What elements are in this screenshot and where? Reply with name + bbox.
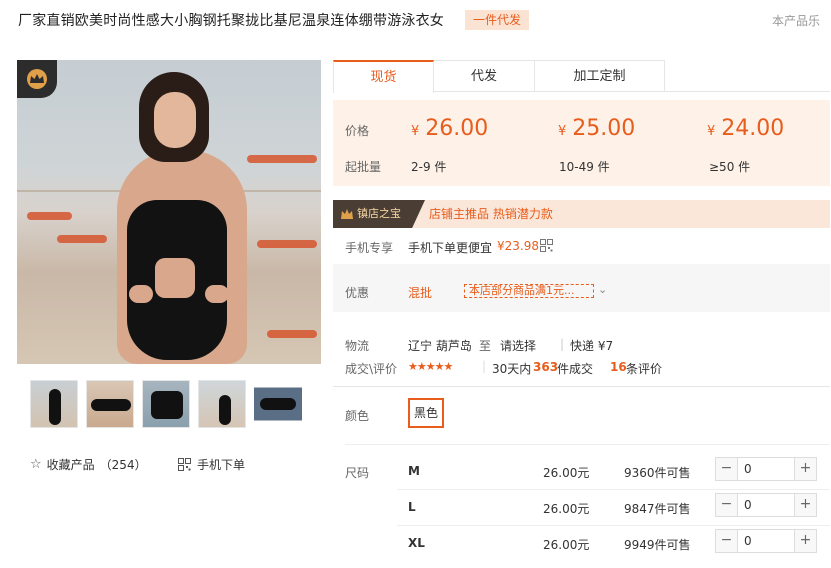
image-boat <box>27 212 72 220</box>
color-label: 颜色 <box>345 409 370 423</box>
logistics-to: 至 <box>479 339 492 353</box>
tab-custom[interactable]: 加工定制 <box>535 60 665 92</box>
promo-detail-box[interactable]: 本店部分商品满1元... <box>464 284 594 298</box>
decrement-button[interactable]: − <box>716 458 738 480</box>
star-outline-icon: ☆ <box>30 457 42 472</box>
shop-treasure-tag: 镇店之宝 <box>333 200 425 228</box>
main-product-image[interactable] <box>17 60 321 364</box>
image-boat <box>247 155 317 163</box>
image-boat <box>57 235 107 243</box>
section-divider <box>345 444 830 445</box>
tab-dropship[interactable]: 代发 <box>434 60 535 92</box>
mobile-exclusive-price: ¥23.98 <box>497 239 539 253</box>
quantity-input[interactable] <box>738 494 794 516</box>
dropship-badge: 一件代发 <box>465 10 529 30</box>
size-price: 26.00元 <box>543 466 590 480</box>
image-swimsuit-cutout <box>155 258 195 298</box>
favorite-count: （254） <box>99 458 147 472</box>
mobile-order-label: 手机下单 <box>197 458 246 472</box>
increment-button[interactable]: + <box>794 494 816 516</box>
qr-code-icon <box>178 458 191 471</box>
favorite-label: 收藏产品 <box>46 458 95 472</box>
review-suffix: 条评价 <box>626 362 663 376</box>
mobile-exclusive-label: 手机专享 <box>345 241 394 255</box>
size-name: XL <box>408 536 425 550</box>
decrement-button[interactable]: − <box>716 530 738 552</box>
thumbnail[interactable] <box>86 380 134 428</box>
size-price: 26.00元 <box>543 502 590 516</box>
increment-button[interactable]: + <box>794 530 816 552</box>
promo-type: 混批 <box>408 286 433 300</box>
thumbnail[interactable] <box>142 380 190 428</box>
size-stock: 9949件可售 <box>624 538 691 552</box>
deals-divider: | <box>482 359 487 373</box>
thumbnail[interactable] <box>198 380 246 428</box>
chevron-down-icon[interactable]: ⌄ <box>598 283 607 296</box>
logistics-divider: | <box>560 337 565 351</box>
size-row: L 26.00元 9847件可售 − + <box>345 490 830 526</box>
deals-count[interactable]: 363 <box>533 360 558 374</box>
qty-tier-3: ≥50 件 <box>709 160 751 174</box>
section-divider <box>333 386 830 387</box>
purchase-mode-tabs: 现货 代发 加工定制 <box>333 60 830 93</box>
crown-icon <box>341 209 353 219</box>
logistics-label: 物流 <box>345 339 370 353</box>
logistics-destination-select[interactable]: 请选择 <box>500 337 536 354</box>
quantity-stepper: − + <box>715 529 817 553</box>
shop-treasure-text: 店铺主推品 热销潜力款 <box>429 207 553 221</box>
moq-label: 起批量 <box>345 160 382 174</box>
quantity-input[interactable] <box>738 530 794 552</box>
review-count[interactable]: 16 <box>610 360 627 374</box>
deals-suffix: 件成交 <box>557 362 594 376</box>
image-swimsuit-cutout <box>129 285 153 303</box>
thumbnail-strip <box>30 380 302 428</box>
crown-badge <box>17 60 57 98</box>
price-panel: 价格 起批量 ¥26.00 ¥25.00 ¥24.00 2-9 件 10-49 … <box>333 100 830 186</box>
rating-stars: ★★★★★ <box>408 360 453 373</box>
qr-code-icon[interactable] <box>540 239 553 252</box>
image-swimsuit-cutout <box>205 285 229 303</box>
shop-treasure-bar: 镇店之宝 店铺主推品 热销潜力款 <box>333 200 830 228</box>
size-stock: 9847件可售 <box>624 502 691 516</box>
favorite-product-button[interactable]: ☆ 收藏产品 （254） <box>30 456 147 473</box>
price-label: 价格 <box>345 124 370 138</box>
thumbnail[interactable] <box>254 380 302 428</box>
price-tier-1: ¥26.00 <box>411 116 489 141</box>
mobile-order-button[interactable]: 手机下单 <box>178 456 245 473</box>
decrement-button[interactable]: − <box>716 494 738 516</box>
logistics-express: 快递 ¥7 <box>570 339 614 353</box>
deals-label: 成交\评价 <box>345 362 398 376</box>
thumbnail[interactable] <box>30 380 78 428</box>
size-name: M <box>408 464 420 478</box>
increment-button[interactable]: + <box>794 458 816 480</box>
size-row: XL 26.00元 9949件可售 − + <box>345 526 830 562</box>
size-row: M 26.00元 9360件可售 − + <box>345 454 830 490</box>
image-model-face <box>154 92 196 148</box>
size-price: 26.00元 <box>543 538 590 552</box>
top-right-tip[interactable]: 本产品乐 <box>772 12 820 29</box>
mobile-exclusive-text: 手机下单更便宜 <box>408 241 493 255</box>
logistics-origin: 辽宁 葫芦岛 <box>408 339 472 353</box>
qty-tier-1: 2-9 件 <box>411 160 447 174</box>
image-boat <box>267 330 317 338</box>
price-tier-3: ¥24.00 <box>707 116 785 141</box>
size-name: L <box>408 500 416 514</box>
image-boat <box>257 240 317 248</box>
color-option-black[interactable]: 黑色 <box>408 398 444 428</box>
promo-label: 优惠 <box>345 286 370 300</box>
size-stock: 9360件可售 <box>624 466 691 480</box>
quantity-input[interactable] <box>738 458 794 480</box>
deals-prefix: 30天内 <box>492 362 532 376</box>
product-title: 厂家直销欧美时尚性感大小胸钢托聚拢比基尼温泉连体绷带游泳衣女 <box>18 13 444 29</box>
quantity-stepper: − + <box>715 457 817 481</box>
qty-tier-2: 10-49 件 <box>559 160 610 174</box>
tab-spot[interactable]: 现货 <box>333 60 434 93</box>
quantity-stepper: − + <box>715 493 817 517</box>
price-tier-2: ¥25.00 <box>558 116 636 141</box>
crown-icon <box>27 69 47 89</box>
